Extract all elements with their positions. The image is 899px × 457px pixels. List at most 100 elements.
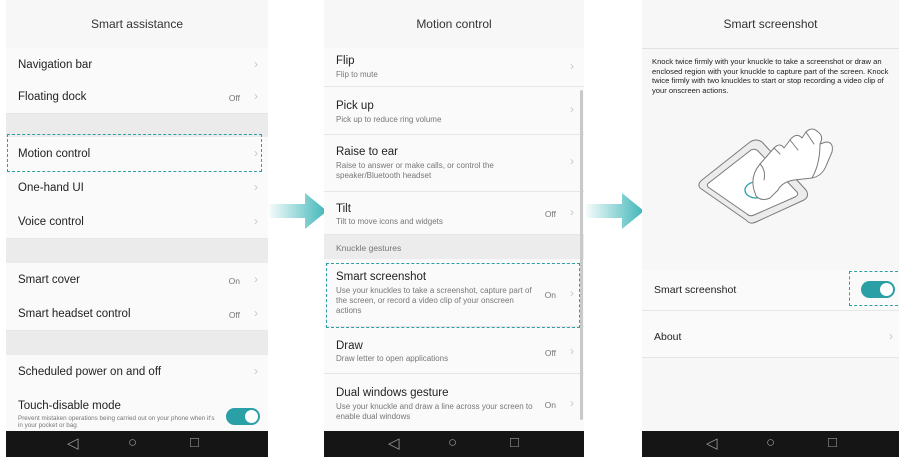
setting-label: Tilt [336,203,351,215]
page-title: Motion control [324,0,584,49]
setting-one-hand-ui[interactable]: One-hand UI › [6,171,268,206]
setting-value: On [228,276,240,286]
setting-label: Voice control [18,216,84,228]
home-icon[interactable]: ○ [766,434,775,451]
recent-apps-icon[interactable]: □ [510,434,519,451]
section-gap [6,114,268,137]
page-title: Smart assistance [6,0,268,49]
setting-value: Off [228,93,240,103]
chevron-right-icon: › [254,272,258,286]
setting-navigation-bar[interactable]: Navigation bar › [6,48,268,83]
setting-dual-windows-gesture[interactable]: Dual windows gesture Use your knuckle an… [324,374,584,431]
chevron-right-icon: › [254,89,258,103]
chevron-right-icon: › [570,396,574,410]
knuckle-phone-illustration [698,128,833,224]
setting-label: Draw [336,340,363,352]
recent-apps-icon[interactable]: □ [190,434,199,451]
system-navbar: ◁ ○ □ [324,431,584,457]
setting-value: On [544,290,556,300]
feature-description: Knock twice firmly with your knuckle to … [652,57,889,95]
setting-draw[interactable]: Draw Draw letter to open applications Of… [324,327,584,374]
setting-value: Off [544,209,556,219]
chevron-right-icon: › [570,154,574,168]
setting-label: Flip [336,55,355,67]
setting-value: Off [544,348,556,358]
setting-value: Off [228,310,240,320]
page-title: Smart screenshot [642,0,899,49]
smart-assistance-screen: Smart assistance Navigation bar › Floati… [6,0,268,457]
setting-smart-screenshot[interactable]: Smart screenshot Use your knuckles to ta… [324,260,584,327]
back-icon[interactable]: ◁ [706,434,718,452]
chevron-right-icon: › [254,180,258,194]
setting-label: About [654,331,682,343]
empty-area [642,358,899,431]
home-icon[interactable]: ○ [448,434,457,451]
chevron-right-icon: › [570,102,574,116]
setting-subtitle: Draw letter to open applications [336,354,449,363]
motion-control-screen: Motion control Flip Flip to mute › Pick … [324,0,584,457]
setting-smart-headset-control[interactable]: Smart headset control Off › [6,297,268,331]
arrow-right-icon [269,193,327,229]
setting-label: Smart headset control [18,308,131,320]
back-icon[interactable]: ◁ [67,434,79,452]
setting-smart-cover[interactable]: Smart cover On › [6,263,268,298]
setting-label: Pick up [336,100,374,112]
setting-about[interactable]: About › [642,311,899,358]
setting-flip[interactable]: Flip Flip to mute › [324,48,584,87]
section-gap [6,331,268,355]
setting-raise-to-ear[interactable]: Raise to ear Raise to answer or make cal… [324,135,584,192]
chevron-right-icon: › [570,205,574,219]
setting-label: Motion control [18,148,91,160]
setting-label: Scheduled power on and off [18,366,162,378]
chevron-right-icon: › [254,214,258,228]
chevron-right-icon: › [254,57,258,71]
setting-subtitle: Use your knuckle and draw a line across … [336,402,533,421]
setting-label: Touch-disable mode [18,400,121,412]
scrollbar[interactable] [580,90,583,420]
smart-screenshot-screen: Smart screenshot Knock twice firmly with… [642,0,899,457]
section-header: Knuckle gestures [324,235,584,259]
toggle-knob [880,283,893,296]
toggle-knob [245,410,258,423]
setting-label: Floating dock [18,91,87,103]
setting-label: Raise to ear [336,146,399,158]
setting-label: Smart cover [18,274,80,286]
system-navbar: ◁ ○ □ [642,431,899,457]
chevron-right-icon: › [254,146,258,160]
setting-motion-control[interactable]: Motion control › [6,137,268,172]
touch-disable-toggle[interactable] [226,408,260,425]
setting-label: Smart screenshot [336,271,427,283]
setting-label: Navigation bar [18,59,93,71]
setting-label: Smart screenshot [654,284,737,296]
chevron-right-icon: › [570,344,574,358]
setting-touch-disable-mode[interactable]: Touch-disable mode Prevent mistaken oper… [6,389,268,431]
home-icon[interactable]: ○ [128,434,137,451]
section-gap [6,239,268,263]
setting-subtitle: Raise to answer or make calls, or contro… [336,161,494,180]
recent-apps-icon[interactable]: □ [828,434,837,451]
chevron-right-icon: › [889,329,893,343]
smart-screenshot-toggle[interactable] [861,281,895,298]
setting-label: One-hand UI [18,182,84,194]
setting-subtitle: Tilt to move icons and widgets [336,217,443,226]
system-navbar: ◁ ○ □ [6,431,268,457]
section-header-label: Knuckle gestures [336,243,402,253]
setting-tilt[interactable]: Tilt Tilt to move icons and widgets Off … [324,192,584,235]
chevron-right-icon: › [570,59,574,73]
setting-scheduled-power[interactable]: Scheduled power on and off › [6,355,268,390]
setting-label: Dual windows gesture [336,387,449,399]
setting-floating-dock[interactable]: Floating dock Off › [6,82,268,114]
back-icon[interactable]: ◁ [388,434,400,452]
setting-voice-control[interactable]: Voice control › [6,205,268,239]
setting-subtitle: Pick up to reduce ring volume [336,115,442,124]
setting-subtitle: Flip to mute [336,70,378,79]
setting-smart-screenshot-toggle[interactable]: Smart screenshot [642,270,899,311]
chevron-right-icon: › [254,306,258,320]
chevron-right-icon: › [570,286,574,300]
arrow-right-icon [586,193,644,229]
setting-subtitle: Use your knuckles to take a screenshot, … [336,286,532,315]
setting-value: On [544,400,556,410]
setting-pick-up[interactable]: Pick up Pick up to reduce ring volume › [324,87,584,135]
setting-subtitle: Prevent mistaken operations being carrie… [18,415,215,429]
chevron-right-icon: › [254,364,258,378]
